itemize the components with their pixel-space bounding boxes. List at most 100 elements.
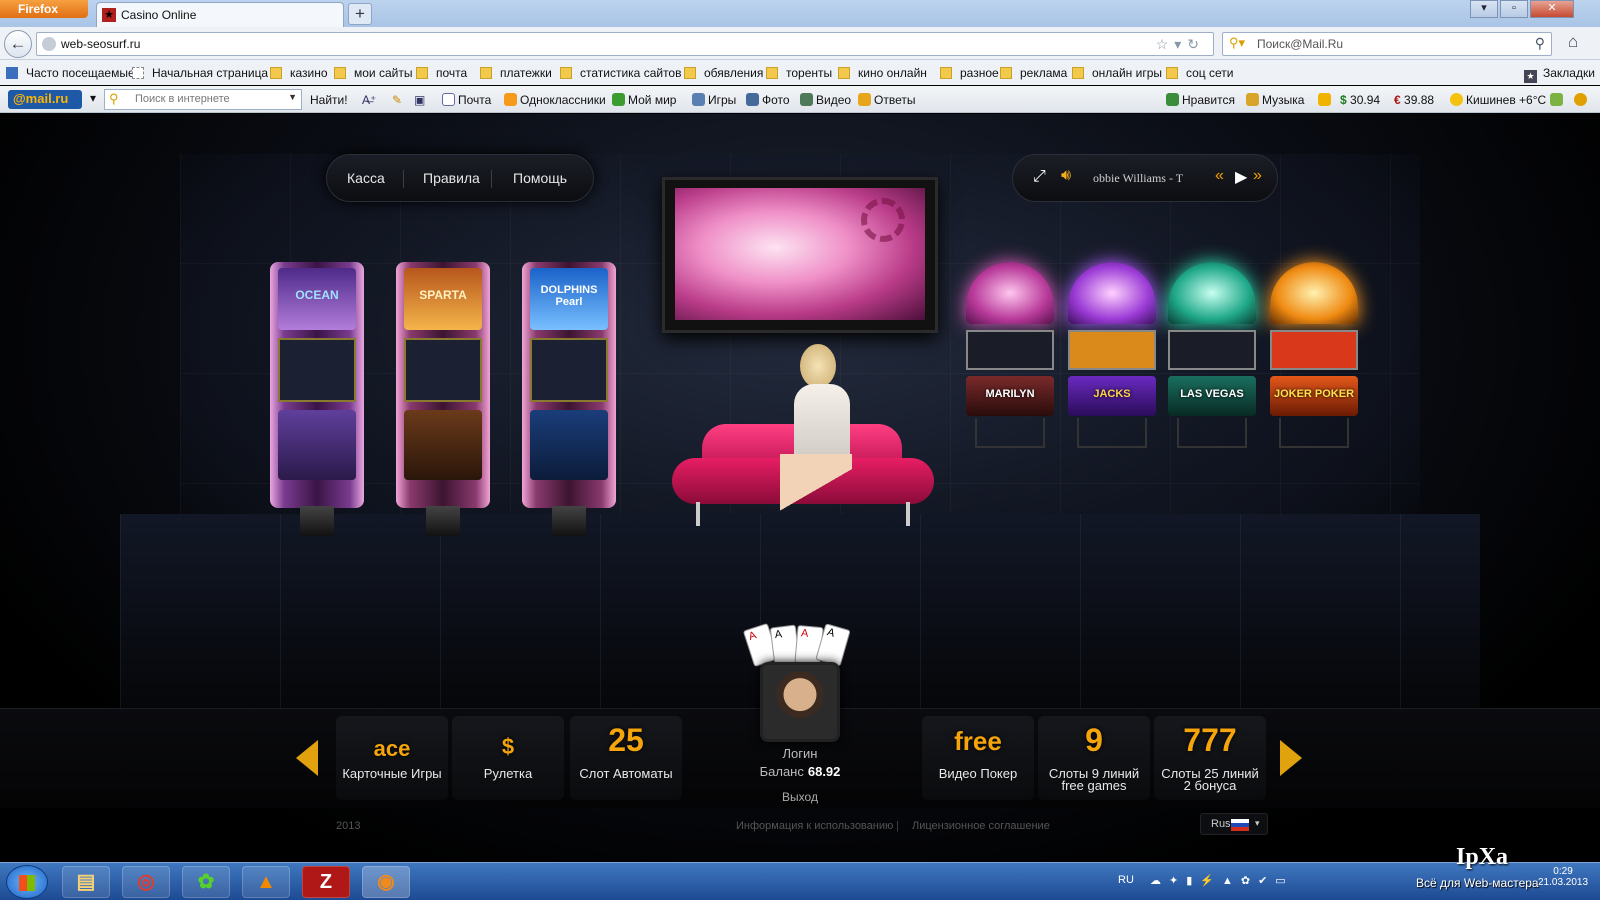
vlc-taskbar-icon[interactable]: ▲ — [242, 866, 290, 898]
menu-cashier[interactable]: Касса — [347, 170, 385, 186]
firefox-taskbar-icon[interactable]: ◉ — [362, 866, 410, 898]
find-button[interactable]: Найти! — [310, 93, 348, 107]
screenshot-icon[interactable]: ▣ — [414, 93, 425, 107]
settings-gear-icon[interactable] — [1574, 93, 1590, 107]
scroll-left-arrow-icon[interactable] — [296, 740, 318, 776]
bookmark-folder-ads[interactable]: обявления — [684, 66, 763, 80]
mail-notify-icon[interactable] — [1318, 93, 1334, 107]
music-button[interactable]: Музыка — [1246, 93, 1304, 107]
my-world-link[interactable]: Мой мир — [612, 93, 676, 107]
chrome-taskbar-icon[interactable]: ◎ — [122, 866, 170, 898]
weather-widget[interactable]: Кишинев +6°С — [1450, 93, 1546, 107]
game-slots-25-lines[interactable]: 777 Слоты 25 линий 2 бонуса — [1154, 716, 1266, 800]
previous-track-icon[interactable]: « — [1215, 167, 1224, 185]
logout-link[interactable]: Выход — [712, 790, 888, 804]
search-field[interactable]: ⚲▾ Поиск@Mail.Ru ⚲ — [1222, 32, 1552, 56]
slot-machine-sparta[interactable]: SPARTA — [396, 262, 490, 536]
volume-icon[interactable]: 🔊︎ — [1061, 167, 1071, 185]
explorer-taskbar-icon[interactable]: ▤ — [62, 866, 110, 898]
bookmark-folder-social[interactable]: соц сети — [1166, 66, 1234, 80]
folder-icon — [1000, 67, 1012, 79]
map-icon[interactable] — [1550, 93, 1566, 107]
odnoklassniki-link[interactable]: Одноклассники — [504, 93, 606, 107]
maximize-button[interactable]: ▫ — [1500, 0, 1528, 18]
license-link[interactable]: Лицензионное соглашение — [912, 820, 1050, 832]
bookmark-most-visited[interactable]: Часто посещаемые — [6, 66, 135, 80]
icq-taskbar-icon[interactable]: ✿ — [182, 866, 230, 898]
system-clock[interactable]: 0:29 21.03.2013 — [1538, 866, 1588, 888]
back-button[interactable]: ← — [4, 30, 32, 58]
bookmark-start-page[interactable]: Начальная страница — [132, 66, 268, 80]
video-link[interactable]: Видео — [800, 93, 851, 107]
slot-machine-ocean[interactable]: OCEAN — [270, 262, 364, 536]
balance-value: 68.92 — [807, 764, 841, 779]
search-engine-icon[interactable]: ⚲▾ — [1229, 35, 1245, 51]
bookmark-folder-online-games[interactable]: онлайн игры — [1072, 66, 1162, 80]
games-link[interactable]: Игры — [692, 93, 736, 107]
clock-date: 21.03.2013 — [1538, 877, 1589, 888]
page-icon — [6, 67, 18, 79]
menu-rules[interactable]: Правила — [423, 170, 480, 186]
like-button[interactable]: Нравится — [1166, 93, 1235, 107]
bookmarks-menu-button[interactable]: ★ Закладки — [1524, 66, 1595, 83]
slot-machine-jacks[interactable]: JACKS — [1068, 262, 1156, 452]
next-track-icon[interactable]: » — [1253, 167, 1262, 185]
play-icon[interactable]: ▶ — [1235, 167, 1247, 187]
language-select[interactable]: Rus ▾ — [1200, 813, 1268, 835]
answers-link[interactable]: Ответы — [858, 93, 915, 107]
logo-text: @mail.ru — [13, 91, 69, 106]
tab-casino-online[interactable]: ★ Casino Online — [96, 2, 344, 27]
search-icon[interactable]: ⚲ — [1535, 35, 1545, 52]
avatar[interactable] — [760, 662, 840, 742]
game-slots-9-lines[interactable]: 9 Слоты 9 линий free games — [1038, 716, 1150, 800]
terms-link[interactable]: Информация к использованию — [736, 820, 893, 832]
fullscreen-icon[interactable]: ⤢ — [1033, 168, 1046, 186]
bookmark-folder-payments[interactable]: платежки — [480, 66, 552, 80]
bookmark-folder-site-stats[interactable]: статистика сайтов — [560, 66, 681, 80]
bookmark-folder-torrents[interactable]: торенты — [766, 66, 832, 80]
game-slot-machines[interactable]: 25 Слот Автоматы — [570, 716, 682, 800]
home-icon[interactable]: ⌂ — [1568, 32, 1578, 52]
slot-machine-joker-poker[interactable]: JOKER POKER — [1270, 262, 1358, 452]
game-card-games[interactable]: ace Карточные Игры — [336, 716, 448, 800]
slot-machine-las-vegas[interactable]: LAS VEGAS — [1168, 262, 1256, 452]
address-bar[interactable]: web-seosurf.ru ☆▾↻ — [36, 32, 1214, 56]
bookmark-folder-advertising[interactable]: реклама — [1000, 66, 1067, 80]
mail-link[interactable]: Почта — [442, 93, 491, 107]
usd-rate[interactable]: $ 30.94 — [1340, 93, 1380, 107]
mailru-search-input[interactable]: ⚲ Поиск в интернете ▼ — [104, 89, 302, 110]
menu-help[interactable]: Помощь — [513, 170, 567, 186]
filezilla-taskbar-icon[interactable]: Z — [302, 866, 350, 898]
minimize-button[interactable]: ▾ — [1470, 0, 1498, 18]
bookmark-folder-misc[interactable]: разное — [940, 66, 999, 80]
system-tray-icons[interactable]: ☁✦▮⚡▲✿✔▭ — [1150, 874, 1294, 887]
bookmark-folder-my-sites[interactable]: мои сайты — [334, 66, 412, 80]
game-roulette[interactable]: $ Рулетка — [452, 716, 564, 800]
firefox-menu-button[interactable]: Firefox — [0, 0, 88, 18]
eur-rate[interactable]: € 39.88 — [1394, 93, 1434, 107]
mailru-logo[interactable]: @mail.ru — [8, 90, 82, 109]
photo-link[interactable]: Фото — [746, 93, 790, 107]
game-video-poker[interactable]: free Видео Покер — [922, 716, 1034, 800]
slot-machine-marilyn[interactable]: MARILYN — [966, 262, 1054, 452]
game-label: Слот Автоматы — [579, 766, 673, 781]
bookmark-folder-mail[interactable]: почта — [416, 66, 467, 80]
bookmark-folder-casino[interactable]: казино — [270, 66, 328, 80]
close-window-button[interactable]: ✕ — [1530, 0, 1574, 18]
slot-machine-dolphins-pearl[interactable]: DOLPHINS Pearl — [522, 262, 616, 536]
slot-title: SPARTA — [404, 268, 482, 330]
lucky-777-icon: 777 — [1183, 722, 1237, 758]
input-language[interactable]: RU — [1118, 874, 1134, 886]
scroll-right-arrow-icon[interactable] — [1280, 740, 1302, 776]
translate-icon[interactable]: A̶⁺ — [362, 93, 376, 107]
bookmark-star-icon[interactable]: ☆▾↻ — [1156, 36, 1205, 53]
start-button[interactable] — [6, 865, 48, 899]
slot-logo: MARILYN — [966, 376, 1054, 416]
pen-icon[interactable]: ✎ — [392, 93, 402, 107]
bookmark-folder-movies[interactable]: кино онлайн — [838, 66, 927, 80]
folder-icon — [1166, 67, 1178, 79]
chevron-down-icon[interactable]: ▼ — [288, 92, 297, 102]
sun-icon — [1450, 93, 1463, 106]
mailru-dropdown-icon[interactable]: ▾ — [90, 91, 96, 105]
new-tab-button[interactable]: + — [348, 3, 372, 25]
